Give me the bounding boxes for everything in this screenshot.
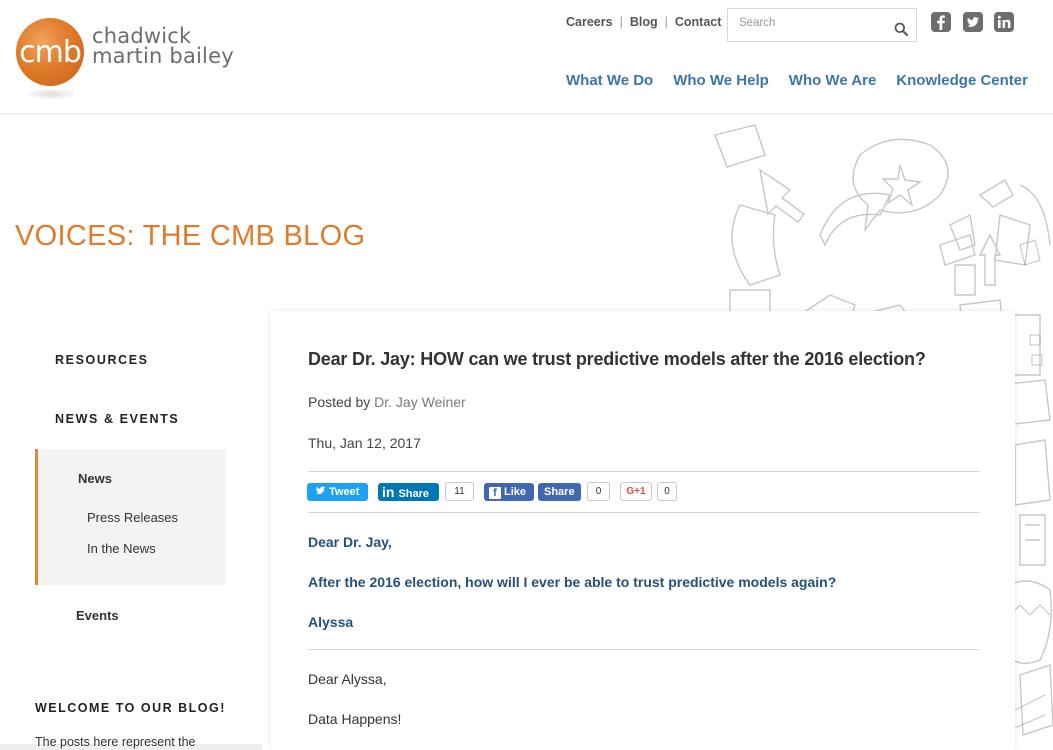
sidebar-item-news-events[interactable]: NEWS & EVENTS — [55, 412, 179, 426]
facebook-icon[interactable] — [930, 11, 952, 38]
search-box — [727, 8, 917, 42]
letter-signoff: Alyssa — [308, 614, 354, 630]
divider — [308, 512, 979, 513]
sidebar-submenu-news: News Press Releases In the News — [35, 449, 226, 585]
divider — [308, 649, 979, 650]
nav-item-knowledge-center[interactable]: Knowledge Center — [896, 72, 1028, 89]
welcome-text: The posts here represent the — [35, 735, 196, 749]
google-plus-count: 0 — [657, 482, 677, 501]
linkedin-icon[interactable] — [993, 11, 1015, 38]
utility-link-contact[interactable]: Contact — [675, 15, 722, 29]
sidebar-item-events[interactable]: Events — [76, 608, 119, 623]
blog-sidebar: RESOURCES NEWS & EVENTS News Press Relea… — [0, 305, 262, 750]
reply-greeting: Dear Alyssa, — [308, 671, 387, 687]
site-header: cmb chadwick martin bailey Careers | Blog |… — [0, 0, 1053, 114]
facebook-like-label: Like — [504, 486, 527, 498]
linkedin-in-icon: in — [382, 484, 395, 500]
sidebar-item-press-releases[interactable]: Press Releases — [87, 510, 178, 525]
google-plus-button[interactable]: G+1 — [620, 482, 652, 501]
linkedin-share-label: Share — [398, 488, 430, 500]
logo-line-1: chadwick — [92, 24, 192, 48]
linkedin-share-count: 11 — [445, 482, 474, 501]
article-card: Dear Dr. Jay: HOW can we trust predictiv… — [271, 311, 1015, 750]
facebook-share-button[interactable]: Share — [538, 483, 581, 501]
twitter-icon[interactable] — [962, 11, 984, 38]
search-icon[interactable] — [894, 22, 908, 36]
tweet-label: Tweet — [329, 486, 360, 498]
author-link[interactable]: Dr. Jay Weiner — [374, 394, 466, 410]
logo-mark: cmb — [19, 35, 82, 70]
nav-item-who-we-help[interactable]: Who We Help — [673, 72, 769, 89]
facebook-like-button[interactable]: f Like — [484, 483, 534, 501]
posted-by-label: Posted by — [308, 394, 371, 410]
twitter-bird-icon — [315, 486, 326, 495]
tweet-button[interactable]: Tweet — [307, 483, 368, 501]
google-plus-label: G+1 — [626, 486, 646, 497]
divider — [308, 471, 979, 472]
page-title: VOICES: THE CMB BLOG — [15, 220, 366, 252]
article-title: Dear Dr. Jay: HOW can we trust predictiv… — [308, 349, 926, 369]
linkedin-share-button[interactable]: in Share — [378, 483, 439, 501]
facebook-share-label: Share — [544, 486, 575, 498]
sidebar-item-in-the-news[interactable]: In the News — [87, 541, 156, 556]
main-nav: What We Do Who We Help Who We Are Knowledge… — [566, 72, 1028, 89]
sidebar-item-resources[interactable]: RESOURCES — [55, 353, 149, 367]
logo-line-2: martin bailey — [92, 44, 234, 68]
utility-separator: | — [619, 15, 623, 29]
facebook-f-icon: f — [489, 487, 501, 499]
facebook-share-count: 0 — [587, 482, 610, 501]
nav-item-what-we-do[interactable]: What We Do — [566, 72, 653, 89]
logo-wordmark: chadwick martin bailey — [92, 24, 234, 68]
article-date: Thu, Jan 12, 2017 — [308, 435, 421, 451]
utility-nav: Careers | Blog | Contact — [566, 15, 721, 29]
letter-question: After the 2016 election, how will I ever… — [308, 574, 837, 590]
letter-greeting: Dear Dr. Jay, — [308, 534, 392, 550]
cmb-logo[interactable]: cmb chadwick martin bailey — [14, 16, 234, 106]
utility-link-careers[interactable]: Careers — [566, 15, 613, 29]
logo-shadow — [24, 88, 78, 100]
sidebar-item-news[interactable]: News — [78, 471, 112, 486]
utility-separator: | — [664, 15, 668, 29]
utility-link-blog[interactable]: Blog — [630, 15, 658, 29]
reply-paragraph: Data Happens! — [308, 711, 402, 727]
welcome-heading: WELCOME TO OUR BLOG! — [35, 701, 226, 715]
search-input[interactable] — [739, 17, 889, 29]
article-byline: Posted by Dr. Jay Weiner — [308, 394, 466, 410]
nav-item-who-we-are[interactable]: Who We Are — [789, 72, 877, 89]
